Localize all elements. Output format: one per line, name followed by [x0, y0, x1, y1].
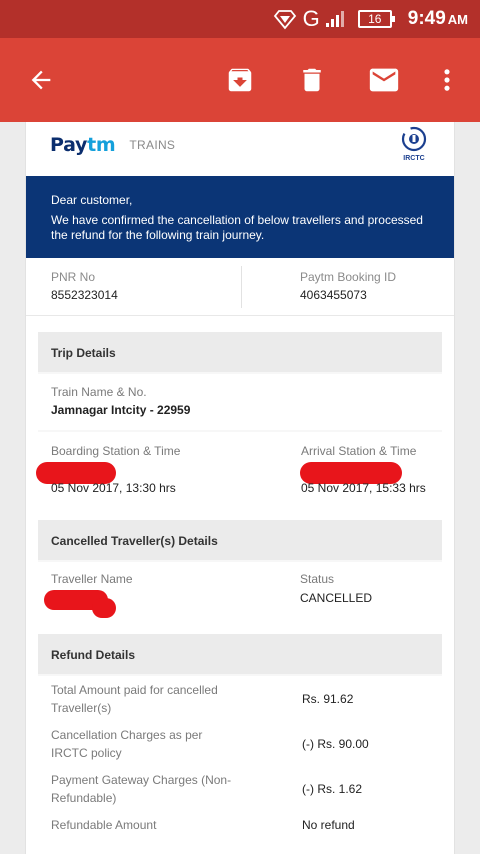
- refund-row-label: Payment Gateway Charges (Non-Refundable): [51, 773, 232, 805]
- refund-row-value: (-) Rs. 90.00: [302, 737, 369, 751]
- archive-icon: [228, 68, 252, 92]
- back-arrow-icon: [31, 70, 51, 90]
- refund-details-header: Refund Details: [38, 634, 442, 674]
- clock-time: 9:49: [407, 8, 446, 29]
- data-saver-icon: [273, 10, 296, 30]
- train-label: Train Name & No.: [51, 385, 147, 399]
- refund-row-label: Total Amount paid for cancelled Travelle…: [51, 683, 218, 715]
- refund-row-label: Refundable Amount: [51, 818, 157, 832]
- trip-details-section: Trip Details Train Name & No. Jamnagar I…: [36, 332, 442, 504]
- pnr-block: PNR No 8552323014: [51, 270, 118, 303]
- mail-icon: [369, 68, 399, 92]
- arrival-label: Arrival Station & Time: [301, 444, 417, 458]
- archive-button[interactable]: [220, 60, 260, 100]
- brand-section-label: TRAINS: [129, 138, 176, 152]
- email-body: Paytm TRAINS IRCTC Dear customer, We hav…: [25, 122, 455, 854]
- banner-greeting: Dear customer,: [51, 193, 133, 207]
- mark-unread-button[interactable]: [364, 60, 404, 100]
- arrival-time: 05 Nov 2017, 15:33 hrs: [301, 481, 426, 495]
- paytm-logo: Paytm: [50, 134, 116, 156]
- refund-row-value: Rs. 91.62: [302, 692, 354, 706]
- train-value: Jamnagar Intcity - 22959: [51, 403, 191, 417]
- train-info: Train Name & No. Jamnagar Intcity - 2295…: [38, 374, 442, 430]
- clock: 9:49 AM: [408, 8, 468, 30]
- more-options-button[interactable]: [427, 60, 467, 100]
- refund-table: Total Amount paid for cancelled Travelle…: [38, 676, 442, 854]
- delete-button[interactable]: [292, 60, 332, 100]
- status-bar: G 16 9:49 AM: [0, 0, 480, 38]
- confirmation-banner: Dear customer, We have confirmed the can…: [26, 176, 454, 258]
- battery-level: 16: [368, 12, 382, 26]
- divider: [241, 266, 242, 308]
- booking-id-value: 4063455073: [300, 288, 367, 302]
- battery-icon: 16: [357, 10, 395, 28]
- pnr-value: 8552323014: [51, 288, 118, 302]
- traveller-details-section: Cancelled Traveller(s) Details Traveller…: [38, 520, 442, 618]
- svg-text:IRCTC: IRCTC: [403, 155, 424, 162]
- traveller-info: Traveller Name Status CANCELLED: [38, 562, 442, 618]
- banner-message: We have confirmed the cancellation of be…: [51, 213, 423, 242]
- booking-id-block: Paytm Booking ID 4063455073: [300, 270, 396, 303]
- refund-row-value: No refund: [302, 818, 355, 832]
- refund-details-section: Refund Details Total Amount paid for can…: [38, 634, 442, 854]
- traveller-name-label: Traveller Name: [51, 572, 133, 586]
- refund-row-label: Cancellation Charges as per IRCTC policy: [51, 728, 203, 760]
- paytm-trains-brand: Paytm TRAINS: [50, 130, 175, 160]
- station-info: Boarding Station & Time 05 Nov 2017, 13:…: [36, 432, 442, 504]
- booking-ids-row: PNR No 8552323014 Paytm Booking ID 40634…: [26, 258, 454, 316]
- traveller-details-header: Cancelled Traveller(s) Details: [38, 520, 442, 560]
- back-button[interactable]: [21, 60, 61, 100]
- status-value: CANCELLED: [300, 591, 373, 605]
- network-type: G: [302, 6, 320, 31]
- redaction-mark: [92, 598, 116, 618]
- signal-icon: [325, 11, 344, 27]
- booking-id-label: Paytm Booking ID: [300, 270, 397, 284]
- boarding-label: Boarding Station & Time: [51, 444, 181, 458]
- status-label: Status: [300, 572, 335, 586]
- app-bar: [0, 38, 480, 122]
- delete-icon: [303, 68, 321, 92]
- more-vert-icon: [444, 69, 450, 91]
- trip-details-header: Trip Details: [38, 332, 442, 372]
- pnr-label: PNR No: [51, 270, 96, 284]
- refund-row-value: (-) Rs. 1.62: [302, 782, 363, 796]
- irctc-logo: IRCTC: [401, 126, 427, 162]
- clock-ampm: AM: [447, 12, 468, 27]
- boarding-time: 05 Nov 2017, 13:30 hrs: [51, 481, 176, 495]
